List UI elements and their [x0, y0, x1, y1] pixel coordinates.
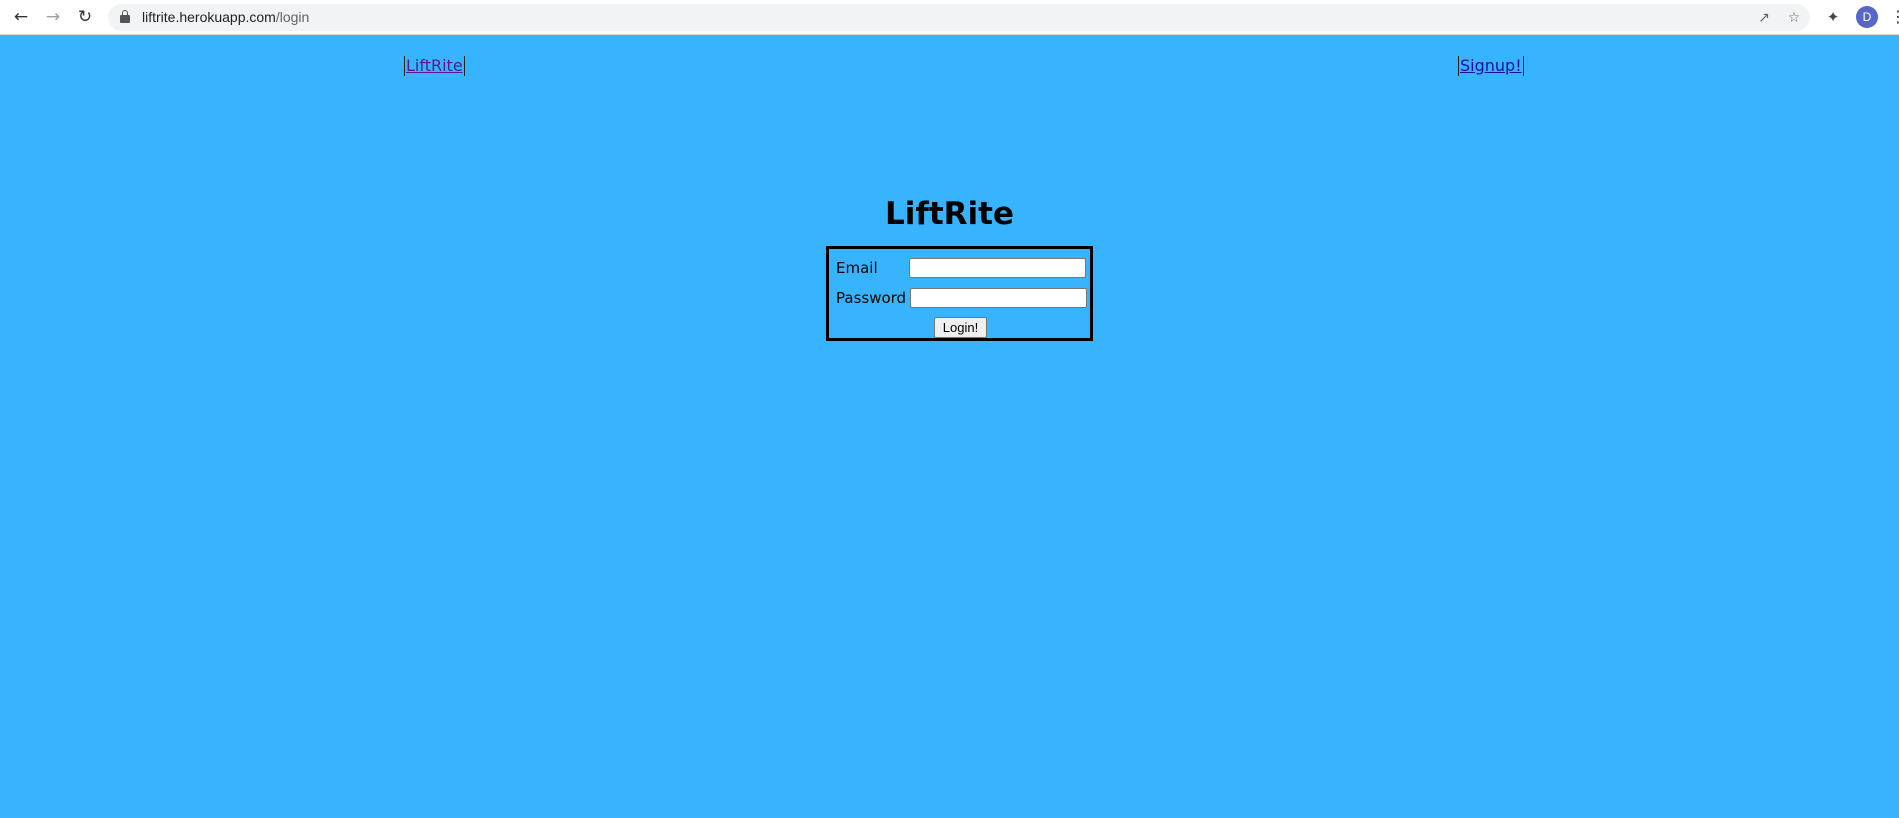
email-field[interactable]	[909, 258, 1086, 278]
share-icon[interactable]: ↗	[1754, 8, 1774, 28]
extensions-icon[interactable]: ✦	[1823, 7, 1843, 27]
forward-icon[interactable]: →	[42, 6, 64, 28]
reload-icon[interactable]: ↻	[74, 6, 96, 28]
address-bar[interactable]: liftrite.herokuapp.com/login ↗ ☆	[108, 4, 1810, 31]
login-button[interactable]: Login!	[934, 317, 987, 338]
email-label: Email	[836, 259, 878, 277]
browser-toolbar: ← → ↻ liftrite.herokuapp.com/login ↗ ☆ ✦…	[0, 0, 1899, 35]
signup-link[interactable]: Signup!	[1458, 56, 1524, 76]
star-icon[interactable]: ☆	[1784, 8, 1804, 28]
profile-avatar[interactable]: D	[1856, 6, 1878, 28]
back-icon[interactable]: ←	[10, 6, 32, 28]
lock-icon[interactable]	[120, 10, 130, 23]
url-text[interactable]: liftrite.herokuapp.com/login	[142, 9, 309, 25]
menu-icon[interactable]: ⋮	[1890, 8, 1899, 28]
login-form: Email Password Login!	[826, 246, 1093, 341]
url-path: /login	[275, 9, 310, 25]
password-label: Password	[836, 289, 907, 307]
password-field[interactable]	[910, 288, 1087, 308]
brand-link[interactable]: LiftRite	[404, 56, 465, 76]
page-title: LiftRite	[884, 196, 1015, 232]
url-host: liftrite.herokuapp.com	[142, 9, 276, 25]
